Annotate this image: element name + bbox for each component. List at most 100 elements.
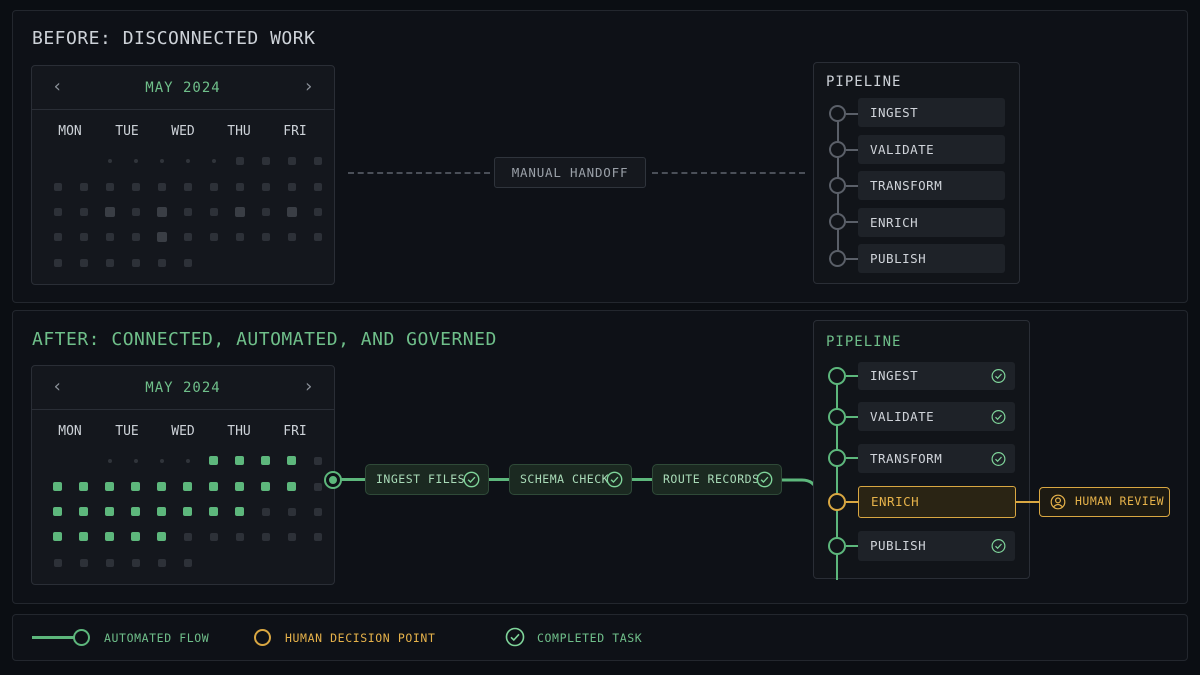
calendar-day-cell[interactable] xyxy=(157,258,166,267)
calendar-day-cell[interactable] xyxy=(53,258,62,267)
calendar-day-cell[interactable] xyxy=(183,507,192,516)
calendar-day-cell[interactable] xyxy=(53,532,62,541)
pipeline-stage-publish[interactable]: PUBLISH xyxy=(858,531,1015,561)
calendar-day-cell[interactable] xyxy=(157,507,166,516)
calendar-day-cell[interactable] xyxy=(105,258,114,267)
calendar-day-cell[interactable] xyxy=(133,458,138,463)
calendar-day-cell[interactable] xyxy=(53,232,62,241)
pipeline-stage-transform[interactable]: TRANSFORM xyxy=(858,444,1015,473)
human-review-badge[interactable]: HUMAN REVIEW xyxy=(1039,487,1170,517)
calendar-day-cell[interactable] xyxy=(133,158,138,163)
calendar-day-cell[interactable] xyxy=(53,507,62,516)
pipeline-stage-enrich[interactable]: ENRICH xyxy=(858,208,1005,237)
calendar-day-cell[interactable] xyxy=(261,232,270,241)
calendar-day-cell[interactable] xyxy=(105,507,114,516)
calendar-day-cell[interactable] xyxy=(183,482,192,491)
calendar-day-cell[interactable] xyxy=(156,206,167,217)
calendar-day-cell[interactable] xyxy=(183,207,192,216)
pipeline-stage-publish[interactable]: PUBLISH xyxy=(858,244,1005,273)
calendar-day-cell[interactable] xyxy=(183,258,192,267)
calendar-day-cell[interactable] xyxy=(313,232,322,241)
pipeline-stage-validate[interactable]: VALIDATE xyxy=(858,135,1005,164)
calendar-day-cell[interactable] xyxy=(235,532,244,541)
calendar-day-cell[interactable] xyxy=(131,182,140,191)
calendar-day-cell[interactable] xyxy=(235,182,244,191)
calendar-day-cell[interactable] xyxy=(287,232,296,241)
calendar-day-cell[interactable] xyxy=(105,232,114,241)
calendar-day-cell[interactable] xyxy=(185,458,190,463)
calendar-day-cell[interactable] xyxy=(183,182,192,191)
calendar-day-cell[interactable] xyxy=(107,158,112,163)
calendar-day-cell[interactable] xyxy=(131,207,140,216)
calendar-day-cell[interactable] xyxy=(235,456,244,465)
calendar-day-cell[interactable] xyxy=(313,207,322,216)
calendar-day-cell[interactable] xyxy=(287,456,296,465)
calendar-day-cell[interactable] xyxy=(156,231,167,242)
calendar-day-cell[interactable] xyxy=(287,182,296,191)
calendar-day-cell[interactable] xyxy=(313,532,322,541)
calendar-day-cell[interactable] xyxy=(183,558,192,567)
task-route-records[interactable]: ROUTE RECORDS xyxy=(652,464,782,495)
calendar-day-cell[interactable] xyxy=(209,182,218,191)
calendar-day-cell[interactable] xyxy=(185,158,190,163)
calendar-day-cell[interactable] xyxy=(131,532,140,541)
calendar-day-cell[interactable] xyxy=(157,482,166,491)
pipeline-stage-validate[interactable]: VALIDATE xyxy=(858,402,1015,431)
calendar-day-cell[interactable] xyxy=(287,532,296,541)
calendar-day-cell[interactable] xyxy=(287,156,296,165)
calendar-day-cell[interactable] xyxy=(131,507,140,516)
calendar-day-cell[interactable] xyxy=(209,207,218,216)
calendar-day-cell[interactable] xyxy=(235,156,244,165)
calendar-day-cell[interactable] xyxy=(157,182,166,191)
calendar-day-cell[interactable] xyxy=(287,482,296,491)
calendar-day-cell[interactable] xyxy=(313,507,322,516)
calendar-day-cell[interactable] xyxy=(159,158,164,163)
calendar-day-cell[interactable] xyxy=(53,182,62,191)
calendar-day-cell[interactable] xyxy=(131,482,140,491)
calendar-day-cell[interactable] xyxy=(159,458,164,463)
calendar-day-cell[interactable] xyxy=(79,482,88,491)
calendar-day-cell[interactable] xyxy=(105,182,114,191)
calendar-day-cell[interactable] xyxy=(313,482,322,491)
pipeline-stage-ingest[interactable]: INGEST xyxy=(858,98,1005,127)
calendar-day-cell[interactable] xyxy=(287,507,296,516)
calendar-day-cell[interactable] xyxy=(183,232,192,241)
calendar-day-cell[interactable] xyxy=(107,458,112,463)
calendar-day-cell[interactable] xyxy=(53,482,62,491)
calendar-day-cell[interactable] xyxy=(235,232,244,241)
pipeline-stage-transform[interactable]: TRANSFORM xyxy=(858,171,1005,200)
calendar-day-cell[interactable] xyxy=(261,207,270,216)
pipeline-stage-enrich[interactable]: ENRICH xyxy=(858,486,1016,518)
calendar-day-cell[interactable] xyxy=(261,156,270,165)
calendar-day-cell[interactable] xyxy=(79,232,88,241)
calendar-day-cell[interactable] xyxy=(261,182,270,191)
calendar-day-cell[interactable] xyxy=(261,532,270,541)
calendar-day-cell[interactable] xyxy=(79,558,88,567)
calendar-day-cell[interactable] xyxy=(234,206,245,217)
calendar-day-cell[interactable] xyxy=(157,532,166,541)
calendar-day-cell[interactable] xyxy=(79,258,88,267)
calendar-day-cell[interactable] xyxy=(131,558,140,567)
calendar-day-cell[interactable] xyxy=(235,482,244,491)
calendar-day-cell[interactable] xyxy=(131,258,140,267)
calendar-day-cell[interactable] xyxy=(183,532,192,541)
calendar-day-cell[interactable] xyxy=(261,507,270,516)
calendar-day-cell[interactable] xyxy=(209,232,218,241)
calendar-day-cell[interactable] xyxy=(209,507,218,516)
pipeline-stage-ingest[interactable]: INGEST xyxy=(858,362,1015,390)
calendar-day-cell[interactable] xyxy=(105,532,114,541)
task-ingest-files[interactable]: INGEST FILES xyxy=(365,464,489,495)
calendar-day-cell[interactable] xyxy=(131,232,140,241)
calendar-day-cell[interactable] xyxy=(53,558,62,567)
calendar-day-cell[interactable] xyxy=(211,158,216,163)
calendar-day-cell[interactable] xyxy=(53,207,62,216)
calendar-day-cell[interactable] xyxy=(313,456,322,465)
calendar-day-cell[interactable] xyxy=(105,482,114,491)
calendar-day-cell[interactable] xyxy=(79,207,88,216)
calendar-day-cell[interactable] xyxy=(105,558,114,567)
calendar-day-cell[interactable] xyxy=(261,456,270,465)
calendar-day-cell[interactable] xyxy=(79,507,88,516)
calendar-day-cell[interactable] xyxy=(313,156,322,165)
calendar-day-cell[interactable] xyxy=(261,482,270,491)
calendar-day-cell[interactable] xyxy=(313,182,322,191)
